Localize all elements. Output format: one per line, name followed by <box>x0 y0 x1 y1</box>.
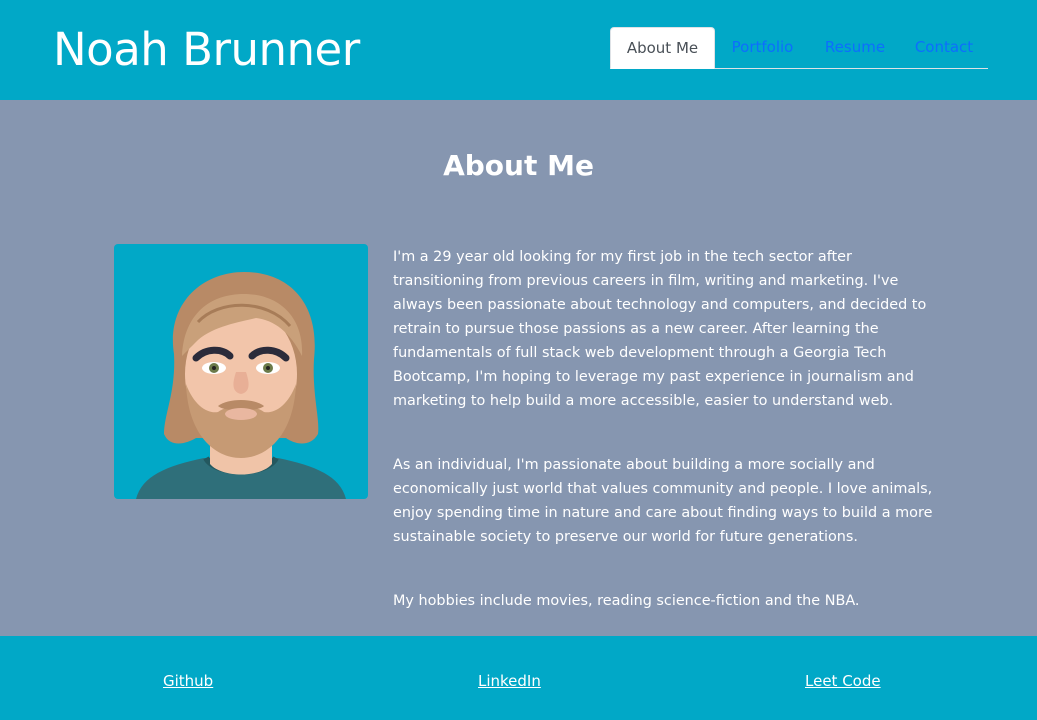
avatar-portrait-icon <box>136 272 346 499</box>
github-link[interactable]: Github <box>163 669 213 693</box>
tab-resume[interactable]: Resume <box>810 27 900 68</box>
site-title: Noah Brunner <box>53 23 360 76</box>
nav-tabs: About Me Portfolio Resume Contact <box>610 27 988 69</box>
leetcode-link[interactable]: Leet Code <box>805 669 881 693</box>
tab-contact[interactable]: Contact <box>900 27 988 68</box>
site-header: Noah Brunner About Me Portfolio Resume C… <box>0 0 1037 100</box>
tab-about-me[interactable]: About Me <box>610 27 715 69</box>
bio-paragraph: My hobbies include movies, reading scien… <box>393 593 860 609</box>
tab-portfolio[interactable]: Portfolio <box>715 27 810 68</box>
site-footer: Github LinkedIn Leet Code <box>0 636 1037 720</box>
profile-avatar <box>114 244 368 499</box>
linkedin-link[interactable]: LinkedIn <box>478 669 541 693</box>
page-heading: About Me <box>443 149 594 182</box>
bio-paragraph: As an individual, I'm passionate about b… <box>393 457 933 545</box>
bio-paragraph: I'm a 29 year old looking for my first j… <box>393 249 927 409</box>
